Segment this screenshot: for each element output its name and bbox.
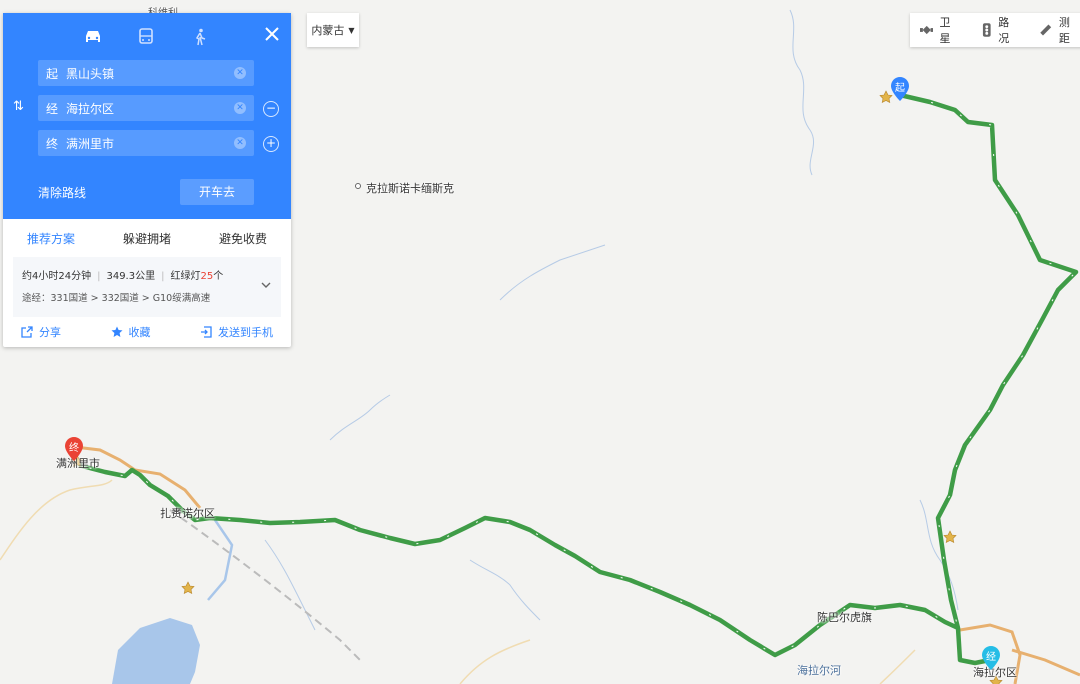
traffic-lights-count: 25 [200, 271, 214, 282]
send-label: 发送到手机 [218, 326, 273, 339]
measure-button[interactable]: 测距 [1029, 14, 1080, 46]
end-value: 满洲里市 [66, 136, 115, 151]
start-marker[interactable]: 起 [891, 77, 909, 101]
clear-via-icon[interactable]: ✕ [234, 102, 246, 114]
send-to-phone-button[interactable]: 发送到手机 [200, 324, 273, 340]
clear-end-icon[interactable]: ✕ [234, 137, 246, 149]
close-icon [265, 27, 279, 41]
start-marker-label: 起 [895, 83, 905, 94]
remove-waypoint-button[interactable]: − [263, 101, 279, 117]
map-label-zhalainuoer[interactable]: 扎赉诺尔区 [160, 505, 215, 521]
city-dot [355, 183, 361, 189]
share-icon [21, 326, 33, 338]
traffic-lights-unit: 个 [213, 271, 224, 282]
tab-avoid-toll[interactable]: 避免收费 [195, 230, 291, 247]
map-label-hailaer-river: 海拉尔河 [797, 664, 841, 677]
route-summary[interactable]: 约4小时24分钟 | 349.3公里 | 红绿灯25个 途经：331国道 > 332国道… [13, 257, 281, 317]
walk-icon [195, 28, 206, 46]
traffic-button[interactable]: 路况 [971, 14, 1030, 46]
favorite-button[interactable]: 收藏 [111, 324, 151, 340]
close-button[interactable] [263, 25, 281, 43]
traffic-light-icon [982, 23, 991, 37]
region-label: 内蒙古 [311, 24, 345, 37]
start-input[interactable]: 起 黑山头镇 ✕ [38, 60, 254, 86]
map-toolbar: 卫星 路况 测距 [910, 13, 1080, 47]
via-roads-line: 途经：331国道 > 332国道 > G10绥满高速 [22, 290, 210, 304]
traffic-label: 路况 [998, 16, 1010, 45]
end-marker[interactable]: 终 [65, 437, 83, 461]
car-icon [86, 31, 100, 42]
map-label-krasno[interactable]: 克拉斯诺卡缅斯克 [366, 180, 454, 196]
star-icon [111, 326, 122, 337]
share-label: 分享 [39, 326, 61, 339]
via-input[interactable]: 经 海拉尔区 ✕ [38, 95, 254, 121]
walk-mode-button[interactable] [188, 27, 212, 47]
add-waypoint-button[interactable]: + [263, 136, 279, 152]
end-tag: 终 [46, 136, 59, 151]
send-icon [201, 326, 212, 338]
via-tag: 经 [46, 101, 59, 116]
clear-start-icon[interactable]: ✕ [234, 67, 246, 79]
tab-recommended[interactable]: 推荐方案 [3, 230, 99, 247]
map-label-chenbaerhu[interactable]: 陈巴尔虎旗 [817, 609, 872, 625]
swap-icon[interactable]: ⇅ [13, 99, 29, 115]
bus-icon [139, 28, 153, 44]
tab-avoid-congestion[interactable]: 躲避拥堵 [99, 230, 195, 247]
end-input[interactable]: 终 满洲里市 ✕ [38, 130, 254, 156]
drive-button[interactable]: 开车去 [180, 179, 254, 205]
favorite-label: 收藏 [128, 326, 151, 339]
distance: 349.3公里 [106, 271, 156, 282]
measure-label: 测距 [1058, 16, 1070, 45]
satellite-button[interactable]: 卫星 [910, 14, 971, 46]
bus-mode-button[interactable] [134, 27, 158, 47]
route-panel: 起 黑山头镇 ✕ ⇅ 经 海拉尔区 ✕ − 终 满洲里市 ✕ + 清除路线 开车… [3, 13, 291, 347]
route-panel-header: 起 黑山头镇 ✕ ⇅ 经 海拉尔区 ✕ − 终 满洲里市 ✕ + 清除路线 开车… [3, 13, 291, 219]
via-value: 海拉尔区 [66, 101, 115, 116]
via-roads: 331国道 > 332国道 > G10绥满高速 [50, 293, 211, 304]
ruler-icon [1040, 24, 1052, 36]
start-value: 黑山头镇 [66, 66, 115, 81]
share-button[interactable]: 分享 [21, 324, 61, 340]
caret-down-icon: ▼ [348, 25, 355, 35]
clear-route-link[interactable]: 清除路线 [38, 184, 86, 201]
chevron-down-icon[interactable] [260, 279, 272, 291]
traffic-lights-label: 红绿灯 [170, 271, 201, 282]
duration: 约4小时24分钟 [22, 271, 92, 282]
summary-line: 约4小时24分钟 | 349.3公里 | 红绿灯25个 [22, 271, 224, 282]
via-marker[interactable]: 经 [982, 646, 1000, 670]
car-mode-button[interactable] [81, 27, 105, 47]
satellite-icon [920, 25, 934, 35]
route-tabs: 推荐方案 躲避拥堵 避免收费 [3, 219, 291, 257]
via-marker-label: 经 [986, 652, 996, 663]
satellite-label: 卫星 [939, 16, 951, 45]
start-tag: 起 [46, 66, 59, 81]
via-roads-prefix: 途经： [22, 293, 51, 304]
end-marker-label: 终 [69, 443, 79, 454]
region-selector[interactable]: 内蒙古 ▼ [307, 13, 359, 47]
route-actions: 分享 收藏 发送到手机 [3, 317, 291, 347]
